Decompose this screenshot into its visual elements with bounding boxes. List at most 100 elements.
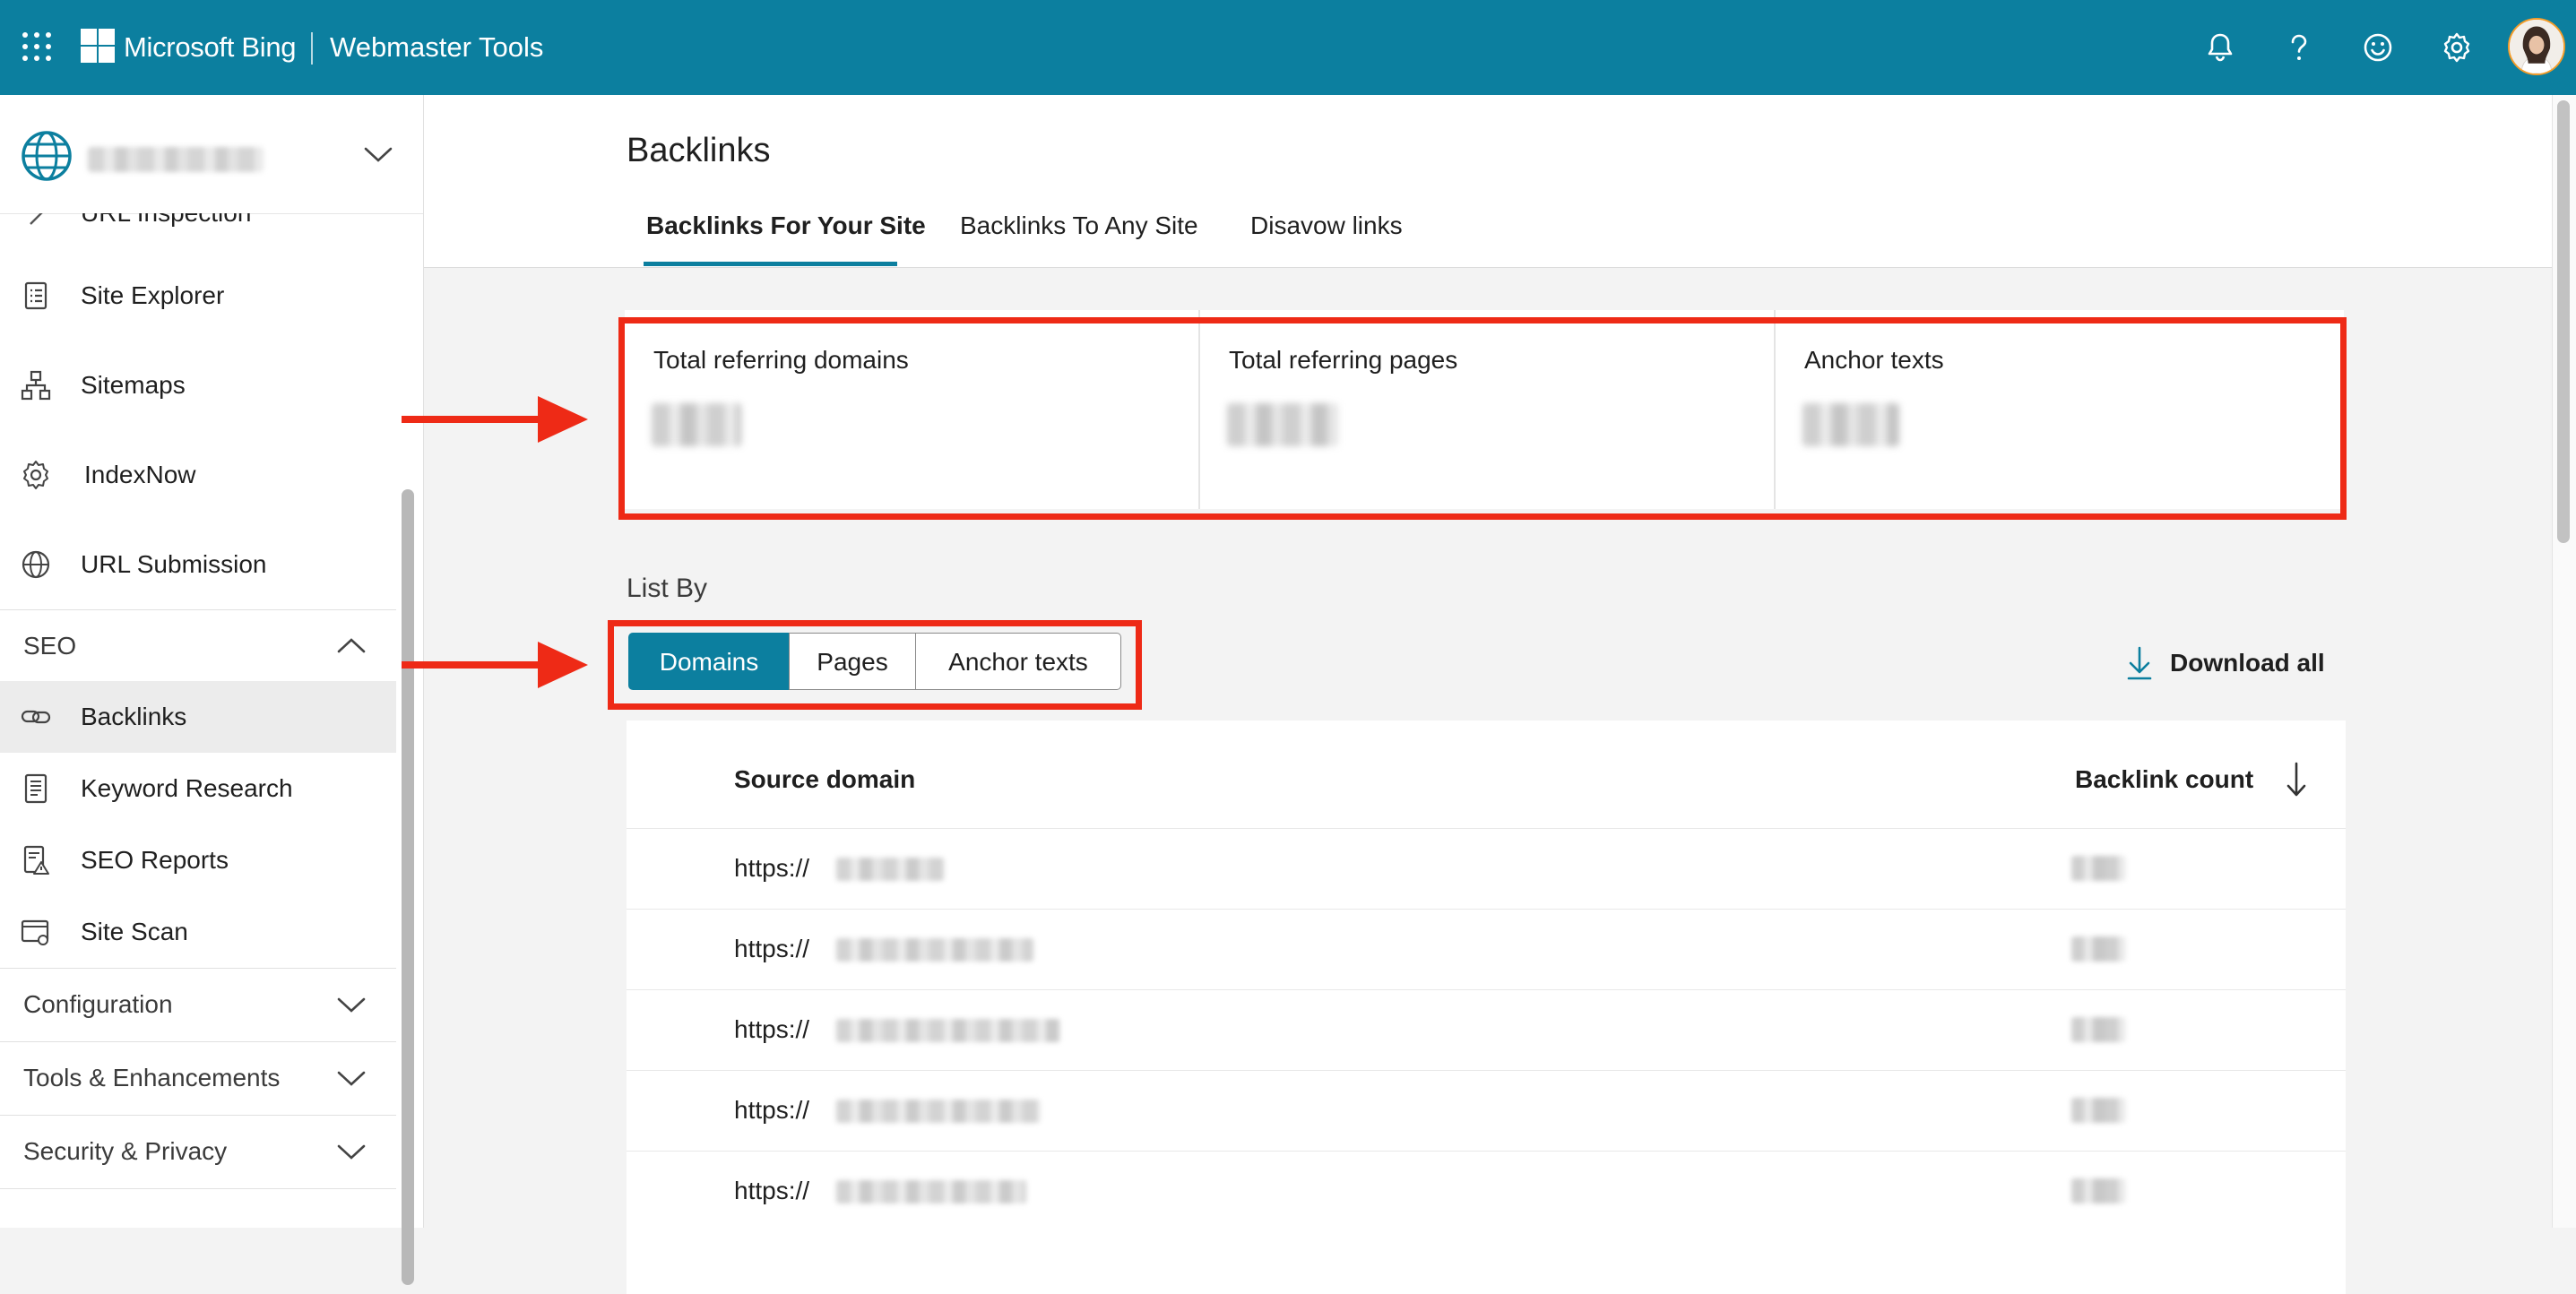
backlink-count-redacted [2071,1098,2125,1123]
sidebar-item-seo-reports[interactable]: SEO Reports [0,824,396,896]
avatar-portrait [2510,20,2563,73]
section-label: Security & Privacy [23,1137,228,1165]
sidebar-section-security-privacy[interactable]: Security & Privacy [0,1115,396,1187]
sidebar-section-next[interactable] [0,1188,396,1228]
sidebar-scrollbar[interactable] [402,489,414,1285]
download-icon [2127,646,2152,680]
site-name-redacted [88,147,264,172]
page-header: Backlinks Backlinks For Your Site Backli… [424,95,2552,268]
table-row[interactable]: https:// [627,1070,2346,1151]
source-domain-redacted [836,858,944,881]
chevron-down-icon [337,997,366,1013]
sidebar: URL Inspection Site Explorer Sitemaps [0,95,424,1285]
section-label: Configuration [23,990,173,1018]
table-row[interactable]: https:// [627,909,2346,989]
arrow-down-icon[interactable] [2283,760,2310,799]
sitemap-icon [21,370,51,401]
column-header-backlink-count[interactable]: Backlink count [2075,763,2253,796]
table-row[interactable]: https:// [627,989,2346,1070]
sidebar-item-label: SEO Reports [81,846,229,874]
section-label: SEO [23,632,77,660]
globe-icon [22,550,50,579]
browser-scan-icon [21,919,49,945]
site-picker[interactable] [0,95,423,214]
product-name[interactable]: Webmaster Tools [330,30,543,65]
nav-list: URL Inspection Site Explorer Sitemaps [0,213,396,1228]
avatar[interactable] [2508,18,2565,75]
microsoft-logo-icon [81,29,115,63]
help-button[interactable] [2280,29,2318,66]
sidebar-item-site-explorer[interactable]: Site Explorer [0,260,396,332]
active-tab-indicator [644,262,897,266]
source-domain-prefix[interactable]: https:// [734,933,809,965]
sidebar-item-label: IndexNow [84,461,196,488]
chevron-right-icon [30,213,43,225]
source-domain-redacted [836,1180,1026,1203]
sidebar-item-keyword-research[interactable]: Keyword Research [0,753,396,824]
chevron-down-icon[interactable] [362,142,394,167]
sidebar-item-label: Site Scan [81,918,188,945]
bell-icon [2208,33,2233,62]
sidebar-item-label: Backlinks [81,703,187,730]
sidebar-item-sitemaps[interactable]: Sitemaps [0,349,396,421]
brand-name[interactable]: Microsoft Bing [124,30,297,65]
sidebar-section-configuration[interactable]: Configuration [0,968,396,1040]
source-domain-prefix[interactable]: https:// [734,1014,809,1046]
sidebar-item-label: Keyword Research [81,774,293,802]
annotation-arrow-list-by [402,642,588,688]
sidebar-item-url-submission[interactable]: URL Submission [0,529,396,600]
gear-badge-icon [23,461,48,489]
document-list-icon [24,773,48,804]
sidebar-item-site-scan[interactable]: Site Scan [0,896,396,968]
tab-disavow-links[interactable]: Disavow links [1250,210,1403,242]
chevron-down-icon [337,1071,366,1086]
backlinks-table: Source domain Backlink count https:// ht… [627,720,2346,1294]
chevron-up-icon [337,638,366,653]
download-all-label: Download all [2170,649,2325,677]
sidebar-item-backlinks[interactable]: Backlinks [0,681,396,753]
source-domain-prefix[interactable]: https:// [734,852,809,884]
backlink-count-redacted [2071,856,2125,881]
backlink-count-redacted [2071,936,2125,962]
section-label: Tools & Enhancements [23,1064,281,1091]
column-header-source-domain[interactable]: Source domain [734,763,915,796]
list-by-label: List By [627,574,708,603]
globe-icon [22,131,72,181]
page-title: Backlinks [627,132,771,169]
help-icon [2291,34,2307,60]
sidebar-item-indexnow[interactable]: IndexNow [0,439,396,511]
notifications-button[interactable] [2201,29,2239,66]
top-bar: Microsoft Bing Webmaster Tools [0,0,2576,95]
sidebar-section-tools-enhancements[interactable]: Tools & Enhancements [0,1041,396,1114]
backlink-count-redacted [2071,1178,2125,1203]
sidebar-section-seo[interactable]: SEO [0,609,396,682]
gear-icon [2443,32,2470,63]
sidebar-item-url-inspection[interactable]: URL Inspection [0,213,396,249]
sidebar-item-label: Sitemaps [81,371,186,399]
source-domain-prefix[interactable]: https:// [734,1175,809,1207]
brand-separator [311,32,313,65]
report-warning-icon [23,845,49,875]
settings-button[interactable] [2438,29,2476,66]
download-all-button[interactable]: Download all [2123,643,2365,683]
annotation-box-stats [618,317,2347,520]
tab-backlinks-to-any-site[interactable]: Backlinks To Any Site [960,210,1198,242]
source-domain-redacted [836,1100,1041,1123]
waffle-icon[interactable] [22,31,52,62]
tab-backlinks-for-your-site[interactable]: Backlinks For Your Site [646,210,926,242]
sidebar-item-label: URL Inspection [81,213,251,229]
link-icon [21,710,51,724]
source-domain-redacted [836,938,1033,962]
smiley-icon [2364,33,2392,62]
annotation-box-list-by [608,620,1142,710]
source-domain-prefix[interactable]: https:// [734,1094,809,1126]
backlink-count-redacted [2071,1017,2125,1042]
annotation-arrow-stats [402,396,588,443]
table-row[interactable]: https:// [627,1151,2346,1231]
main-scrollbar-thumb[interactable] [2557,100,2570,543]
table-row[interactable]: https:// [627,828,2346,909]
source-domain-redacted [836,1019,1060,1042]
clipboard-list-icon [24,281,48,310]
feedback-button[interactable] [2359,29,2397,66]
chevron-down-icon [337,1144,366,1160]
